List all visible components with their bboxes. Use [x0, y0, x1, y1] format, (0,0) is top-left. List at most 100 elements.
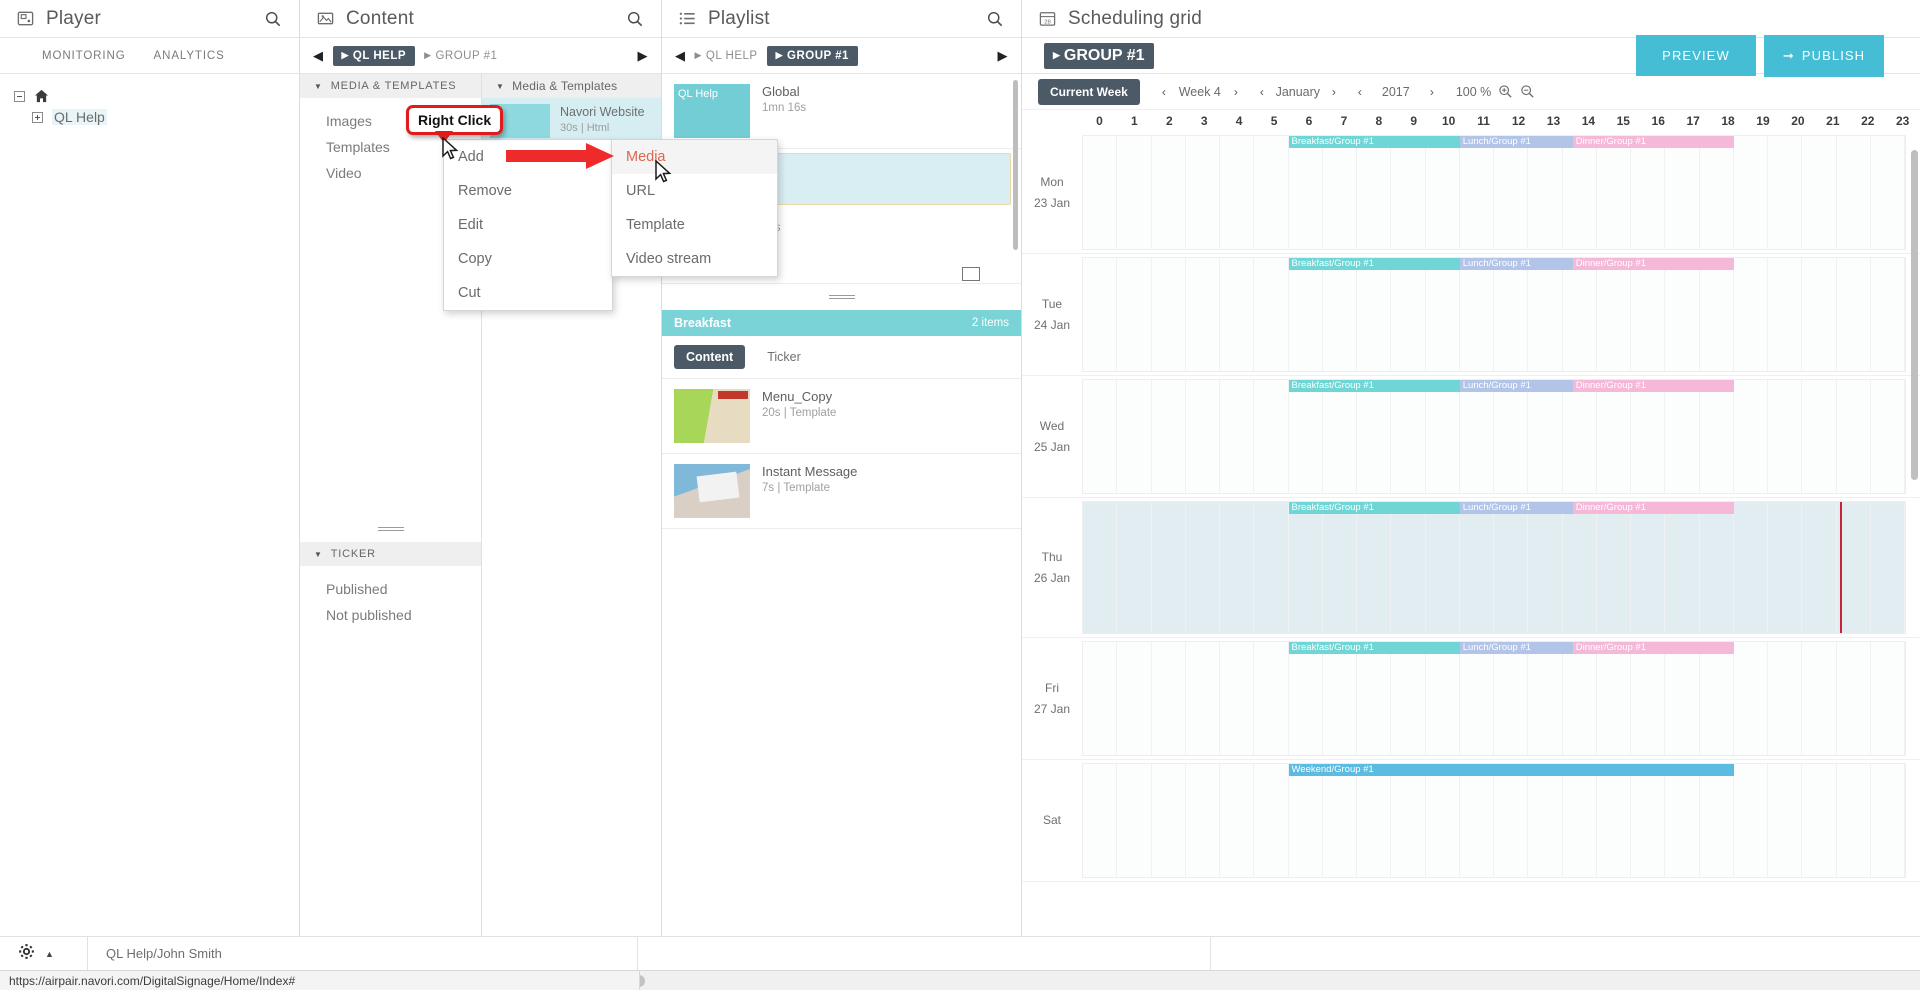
thumbnail-badge: [718, 391, 748, 399]
playlist-resize-handle[interactable]: [828, 294, 855, 300]
context-menu-item-url[interactable]: URL: [612, 174, 777, 208]
context-menu-item-media[interactable]: Media: [612, 140, 777, 174]
schedule-event-lunch[interactable]: Lunch/Group #1: [1459, 642, 1573, 654]
schedule-event-lunch[interactable]: Lunch/Group #1: [1459, 136, 1573, 148]
day-timeline[interactable]: Breakfast/Group #1 Lunch/Group #1 Dinner/G…: [1082, 257, 1906, 372]
playlist-item-global[interactable]: QL Help Global 1mn 16s: [662, 74, 1021, 149]
breadcrumb-item-group1[interactable]: ▶ GROUP #1: [766, 45, 858, 66]
caret-up-icon[interactable]: ▲: [45, 949, 54, 959]
chevron-left-icon[interactable]: ‹: [1162, 85, 1166, 99]
context-menu-item-template[interactable]: Template: [612, 208, 777, 242]
breadcrumb-next-icon[interactable]: ▶: [638, 48, 649, 64]
schedule-event-breakfast[interactable]: Breakfast/Group #1: [1288, 136, 1460, 148]
chevron-left-icon[interactable]: ‹: [1260, 85, 1264, 99]
playlist-tabs: Content Ticker: [662, 336, 1021, 379]
search-icon[interactable]: [985, 9, 1005, 29]
scheduling-vertical-scrollbar[interactable]: [1911, 150, 1918, 480]
thumbnail-label: QL Help: [678, 88, 718, 100]
section-header-ticker[interactable]: ▼ TICKER: [300, 542, 481, 566]
day-row: Sat Weekend/Group #1: [1022, 760, 1920, 882]
schedule-event-weekend[interactable]: Weekend/Group #1: [1288, 764, 1734, 776]
section-header-media-templates-right[interactable]: ▼ Media & Templates: [482, 74, 661, 98]
playlist-scrollbar[interactable]: [1013, 80, 1018, 250]
breadcrumb-item-ql-help[interactable]: ▶ QL HELP: [332, 45, 416, 66]
media-thumbnail: [674, 464, 750, 518]
breadcrumb-item-group1[interactable]: ▶ GROUP #1: [1044, 42, 1154, 69]
media-type: Template: [783, 482, 831, 494]
tree-row-root[interactable]: [14, 86, 285, 106]
hour-tick: 10: [1442, 114, 1456, 128]
publish-button[interactable]: ➞ PUBLISH: [1764, 34, 1884, 77]
current-week-button[interactable]: Current Week: [1038, 78, 1140, 105]
hour-tick: 18: [1721, 114, 1735, 128]
schedule-event-breakfast[interactable]: Breakfast/Group #1: [1288, 258, 1460, 270]
list-item-not-published[interactable]: Not published: [300, 602, 481, 628]
schedule-event-breakfast[interactable]: Breakfast/Group #1: [1288, 380, 1460, 392]
tab-content[interactable]: Content: [674, 345, 746, 369]
context-menu-submenu: Media URL Template Video stream: [611, 139, 778, 277]
section-title: MEDIA & TEMPLATES: [330, 80, 457, 92]
section-title: TICKER: [330, 548, 376, 560]
playlist-group-header[interactable]: Breakfast 2 items: [662, 310, 1021, 336]
chevron-right-icon[interactable]: ›: [1332, 85, 1336, 99]
hour-tick: 4: [1235, 114, 1243, 128]
schedule-event-dinner[interactable]: Dinner/Group #1: [1572, 380, 1734, 392]
hour-columns: [1083, 136, 1905, 249]
schedule-event-dinner[interactable]: Dinner/Group #1: [1572, 642, 1734, 654]
playlist-media-menu-copy[interactable]: Menu_Copy 20s | Template: [662, 379, 1021, 454]
player-tree: QL Help: [0, 74, 299, 140]
context-menu-item-cut[interactable]: Cut: [444, 276, 612, 310]
chevron-right-icon[interactable]: ›: [1430, 85, 1434, 99]
preview-button[interactable]: PREVIEW: [1636, 35, 1756, 76]
context-menu-item-copy[interactable]: Copy: [444, 242, 612, 276]
context-menu-item-remove[interactable]: Remove: [444, 174, 612, 208]
zoom-out-icon[interactable]: [1520, 84, 1535, 99]
schedule-event-dinner[interactable]: Dinner/Group #1: [1572, 258, 1734, 270]
hour-tick: 8: [1375, 114, 1383, 128]
playlist-media-instant-message[interactable]: Instant Message 7s | Template: [662, 454, 1021, 529]
expand-plus-icon[interactable]: [32, 111, 43, 123]
collapse-minus-icon[interactable]: [14, 90, 25, 102]
tab-ticker[interactable]: Ticker: [755, 345, 813, 369]
subnav-monitoring[interactable]: MONITORING: [42, 50, 126, 62]
day-row: Tue 24 Jan Breakfast/Group #1 Lunch/Group #…: [1022, 254, 1920, 376]
zoom-in-icon[interactable]: [1498, 84, 1513, 99]
breadcrumb-prev-icon[interactable]: ◀: [675, 48, 686, 64]
media-item-navori-website[interactable]: Navori Website 30s | Html: [482, 98, 661, 144]
schedule-event-lunch[interactable]: Lunch/Group #1: [1459, 502, 1573, 514]
schedule-event-dinner[interactable]: Dinner/Group #1: [1572, 502, 1734, 514]
hour-tick: 22: [1861, 114, 1875, 128]
chevron-left-icon[interactable]: ‹: [1358, 85, 1362, 99]
tree-row-ql-help[interactable]: QL Help: [14, 106, 285, 128]
list-item-published[interactable]: Published: [300, 576, 481, 602]
breadcrumb-item-group1[interactable]: ▶ GROUP #1: [424, 50, 497, 62]
breadcrumb-next-icon[interactable]: ▶: [998, 48, 1009, 64]
section-header-media-templates[interactable]: ▼ MEDIA & TEMPLATES: [300, 74, 481, 98]
breadcrumb-item-ql-help[interactable]: ▶ QL HELP: [695, 50, 758, 62]
schedule-event-breakfast[interactable]: Breakfast/Group #1: [1288, 502, 1460, 514]
day-timeline[interactable]: Breakfast/Group #1 Lunch/Group #1 Dinner/G…: [1082, 379, 1906, 494]
context-menu-item-video-stream[interactable]: Video stream: [612, 242, 777, 276]
gear-icon[interactable]: [18, 943, 35, 965]
chevron-right-icon: ▶: [694, 50, 702, 60]
search-icon[interactable]: [263, 9, 283, 29]
playlist-panel-title: Playlist: [708, 7, 770, 29]
day-timeline[interactable]: Breakfast/Group #1 Lunch/Group #1 Dinner/G…: [1082, 501, 1906, 634]
day-timeline[interactable]: Breakfast/Group #1 Lunch/Group #1 Dinner/G…: [1082, 641, 1906, 756]
day-timeline[interactable]: Breakfast/Group #1 Lunch/Group #1 Dinner/G…: [1082, 135, 1906, 250]
schedule-event-dinner[interactable]: Dinner/Group #1: [1572, 136, 1734, 148]
context-menu-item-edit[interactable]: Edit: [444, 208, 612, 242]
schedule-event-lunch[interactable]: Lunch/Group #1: [1459, 258, 1573, 270]
day-timeline[interactable]: Weekend/Group #1: [1082, 763, 1906, 878]
schedule-event-breakfast[interactable]: Breakfast/Group #1: [1288, 642, 1460, 654]
breadcrumb-prev-icon[interactable]: ◀: [313, 48, 324, 64]
hour-columns: [1083, 258, 1905, 371]
search-icon[interactable]: [625, 9, 645, 29]
hour-axis: 0 1 2 3 4 5 6 7 8 9 10 11 12 13 14 15 16 17 18 19 20 21 22 23: [1022, 110, 1920, 132]
scheduling-toolbar: Current Week ‹ Week 4 › ‹ January › ‹ 20…: [1022, 74, 1920, 110]
panel-resize-handle[interactable]: [377, 526, 404, 532]
subnav-analytics[interactable]: ANALYTICS: [154, 50, 225, 62]
playlist-panel-header: Playlist: [662, 0, 1021, 38]
chevron-right-icon[interactable]: ›: [1234, 85, 1238, 99]
schedule-event-lunch[interactable]: Lunch/Group #1: [1459, 380, 1573, 392]
